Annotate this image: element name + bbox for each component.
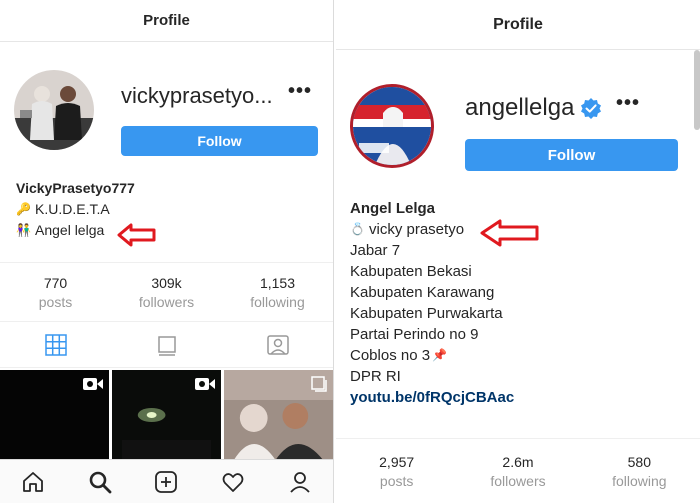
post-thumbnail[interactable] (112, 370, 221, 460)
right-page-title: Profile (493, 15, 543, 33)
nav-search[interactable] (67, 460, 134, 503)
right-bio-line: Kabupaten Karawang (350, 284, 495, 301)
left-username: vickyprasetyo... (121, 83, 273, 108)
left-follow-button[interactable]: Follow (121, 126, 318, 156)
search-icon (89, 471, 112, 493)
red-arrow-icon (480, 219, 539, 247)
left-stats-bar: 770 posts 309k followers 1,153 following (0, 262, 333, 322)
right-bio-link[interactable]: youtu.be/0fRQcjCBAac (350, 387, 514, 408)
right-avatar[interactable] (350, 84, 434, 168)
post-thumbnail[interactable] (0, 370, 109, 460)
nav-add[interactable] (133, 460, 200, 503)
left-stat-following[interactable]: 1,153 following (222, 263, 333, 321)
left-display-name: VickyPrasetyo777 (16, 180, 135, 196)
nav-home[interactable] (0, 460, 67, 503)
more-dots-icon[interactable]: ••• (288, 80, 312, 103)
profile-icon (290, 471, 310, 493)
tab-feed[interactable] (111, 322, 222, 367)
video-icon (83, 378, 103, 390)
nav-profile[interactable] (266, 460, 333, 503)
left-top-bar: Profile (0, 0, 333, 42)
right-profile-screen: Profile angellelga ••• Follow Angel Lelg… (336, 0, 700, 503)
right-stats-bar: 2,957 posts 2.6m followers 580 following (336, 438, 700, 503)
left-stat-followers[interactable]: 309k followers (111, 263, 222, 321)
ring-emoji-icon: 💍 (350, 222, 365, 236)
left-page-title: Profile (143, 12, 190, 29)
left-bio-line-1: K.U.D.E.T.A (35, 201, 110, 217)
right-bio-line: Coblos no 3 (350, 347, 431, 364)
left-stat-posts[interactable]: 770 posts (0, 263, 111, 321)
home-icon (23, 471, 44, 492)
left-view-tabs (0, 322, 333, 368)
right-stat-following[interactable]: 580 following (579, 439, 700, 503)
right-bio-line: Kabupaten Bekasi (350, 263, 472, 280)
left-bio-line-2: Angel lelga (35, 222, 105, 238)
gallery-icon (311, 376, 327, 392)
right-bio-line: Partai Perindo no 9 (350, 326, 479, 343)
tagged-icon (266, 334, 289, 355)
right-display-name: Angel Lelga (350, 200, 436, 217)
right-bio-mention: vicky prasetyo (369, 221, 465, 238)
tab-tagged[interactable] (222, 322, 333, 367)
grid-icon (44, 333, 67, 356)
post-thumbnail[interactable] (224, 370, 333, 460)
add-icon (155, 470, 178, 493)
couple-emoji-icon: 👫 (16, 223, 31, 237)
more-dots-icon[interactable]: ••• (616, 92, 640, 115)
left-avatar[interactable] (14, 70, 94, 150)
right-stat-followers[interactable]: 2.6m followers (457, 439, 578, 503)
key-icon: 🔑 (16, 202, 31, 216)
heart-icon (222, 472, 244, 492)
tab-grid[interactable] (0, 322, 111, 367)
right-stat-posts[interactable]: 2,957 posts (336, 439, 457, 503)
right-follow-button[interactable]: Follow (465, 139, 678, 171)
red-arrow-icon (117, 223, 156, 247)
feed-icon (157, 335, 176, 356)
pin-emoji-icon: 📌 (432, 348, 448, 362)
video-icon (195, 378, 215, 390)
scrollbar[interactable] (694, 50, 700, 130)
right-bio-line: Kabupaten Purwakarta (350, 305, 503, 322)
bottom-nav-bar (0, 459, 333, 503)
right-username: angellelga (465, 94, 602, 122)
nav-activity[interactable] (200, 460, 267, 503)
right-bio-line: DPR RI (350, 368, 401, 385)
left-profile-screen: Profile vickyprasetyo... ••• Follow Vick… (0, 0, 334, 503)
left-post-grid (0, 370, 333, 460)
verified-badge-icon (581, 98, 602, 119)
right-top-bar: Profile (336, 0, 700, 50)
